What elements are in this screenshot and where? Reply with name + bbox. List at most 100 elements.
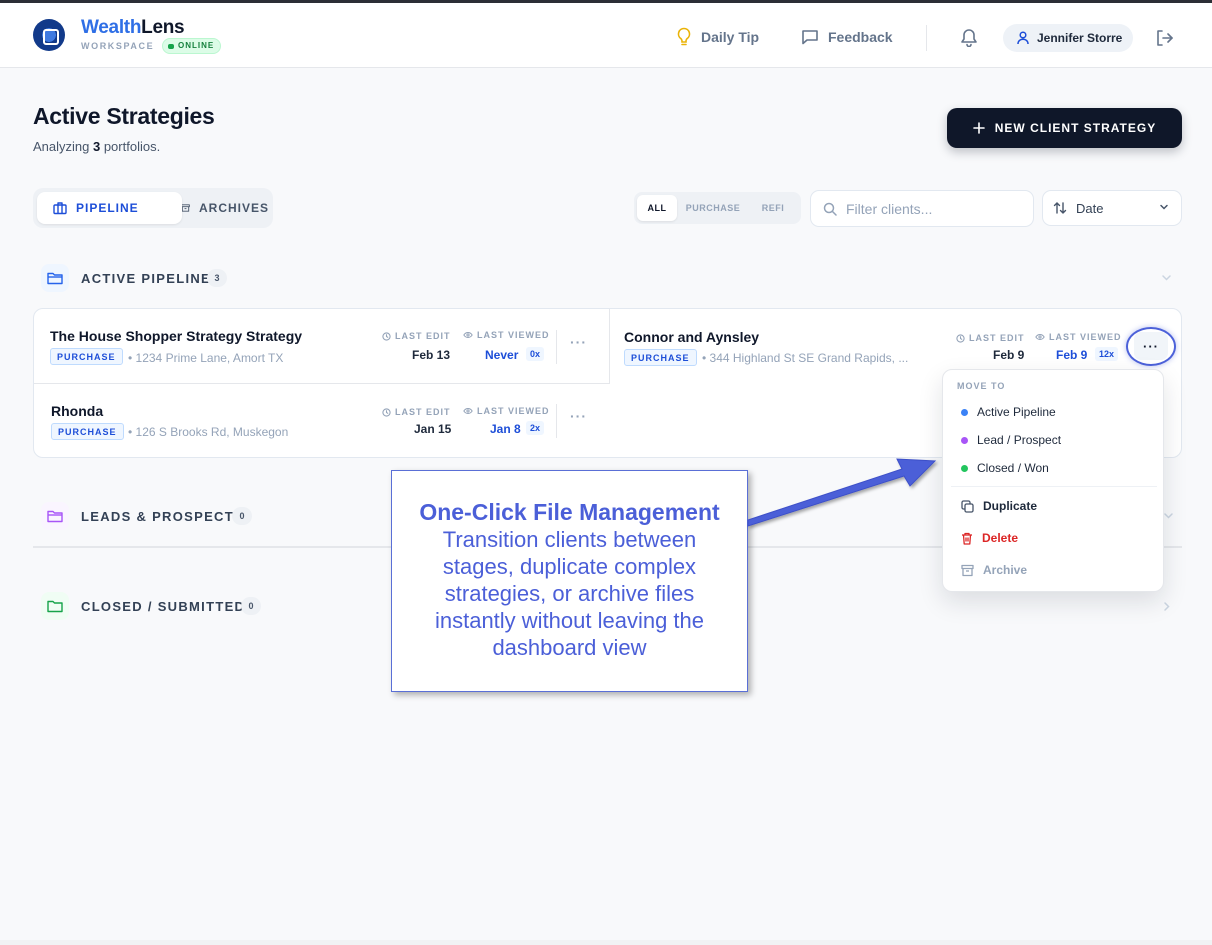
callout-title: One-Click File Management [419, 499, 720, 525]
active-pipeline-folder-icon [41, 264, 69, 292]
client-address: • 1234 Prime Lane, Amort TX [128, 351, 284, 365]
card-actions-divider [556, 330, 557, 364]
clock-icon [382, 407, 391, 417]
menu-item-delete[interactable]: Delete [961, 531, 1018, 545]
header-divider [926, 25, 927, 51]
search-icon [823, 202, 837, 216]
loan-type-badge: PURCHASE [624, 349, 697, 366]
section-title-active-pipeline[interactable]: ACTIVE PIPELINE [81, 271, 211, 286]
grid-divider [609, 309, 610, 384]
chevron-down-icon [1160, 204, 1168, 210]
view-count-badge: 2x [526, 421, 545, 435]
stage-dot-icon [961, 464, 968, 472]
app-header: WealthLens WORKSPACE ONLINE Daily Tip Fe… [0, 3, 1212, 68]
last-viewed-value: Feb 9 [1056, 348, 1088, 362]
status-dot-icon [168, 43, 174, 49]
loan-type-badge: PURCHASE [50, 348, 123, 365]
menu-item-closed-won[interactable]: Closed / Won [961, 461, 1049, 475]
menu-item-lead-prospect[interactable]: Lead / Prospect [961, 433, 1061, 447]
menu-item-archive[interactable]: Archive [961, 563, 1027, 577]
chevron-down-icon[interactable] [1161, 273, 1172, 282]
more-actions-highlight-ring [1126, 327, 1176, 366]
briefcase-icon [53, 202, 67, 215]
brand-logo-icon[interactable] [33, 19, 65, 51]
menu-item-active-pipeline[interactable]: Active Pipeline [961, 405, 1056, 419]
page-title: Active Strategies [33, 103, 215, 129]
chat-bubble-icon [802, 30, 818, 45]
chevron-right-icon[interactable] [1162, 601, 1171, 612]
filter-refi[interactable]: REFI [749, 195, 797, 221]
archive-box-icon [961, 564, 974, 576]
client-search [810, 190, 1034, 227]
archive-box-icon [181, 204, 190, 212]
card-actions-menu: MOVE TO Active Pipeline Lead / Prospect … [942, 369, 1164, 592]
last-viewed-label: LAST VIEWED [463, 406, 550, 416]
workspace-label: WORKSPACE [81, 41, 155, 51]
closed-count: 0 [241, 597, 261, 615]
view-toggle: ARCHIVES PIPELINE [33, 188, 273, 228]
user-menu-button[interactable]: Jennifer Storre [1003, 24, 1133, 52]
section-title-leads-prospects[interactable]: LEADS & PROSPECTS [81, 509, 244, 524]
stage-dot-icon [961, 436, 968, 444]
leads-count: 0 [232, 507, 252, 525]
client-name[interactable]: Connor and Aynsley [624, 329, 759, 345]
trash-icon [962, 532, 972, 545]
annotation-callout: One-Click File Management Transition cli… [391, 470, 748, 692]
plus-icon [972, 122, 985, 134]
brand-name: WealthLens [81, 17, 185, 38]
last-edit-label: LAST EDIT [382, 407, 451, 417]
tab-pipeline[interactable]: PIPELINE [37, 192, 182, 224]
window-bottom-border [0, 940, 1212, 945]
eye-icon [463, 407, 473, 415]
client-address: • 344 Highland St SE Grand Rapids, ... [702, 351, 909, 365]
menu-heading: MOVE TO [957, 381, 1006, 391]
last-edit-value: Jan 15 [414, 422, 452, 436]
grid-divider [34, 383, 610, 384]
copy-icon [961, 499, 974, 513]
lightbulb-icon [677, 27, 691, 46]
menu-divider [951, 486, 1157, 487]
chevron-down-icon[interactable] [1163, 511, 1174, 520]
last-edit-value: Feb 9 [993, 348, 1025, 362]
new-client-strategy-button[interactable]: NEW CLIENT STRATEGY [947, 108, 1182, 148]
logout-icon [1157, 30, 1173, 46]
search-input[interactable] [846, 200, 1026, 217]
active-pipeline-count: 3 [207, 269, 227, 287]
user-icon [1017, 31, 1029, 45]
clock-icon [382, 331, 391, 341]
last-viewed-value: Never [485, 348, 519, 362]
sort-arrows-icon [1053, 202, 1067, 214]
online-status-badge: ONLINE [162, 38, 222, 54]
more-actions-button[interactable]: ··· [570, 334, 587, 350]
view-count-badge: 12x [1095, 347, 1119, 361]
notifications-button[interactable] [960, 27, 978, 52]
filter-all[interactable]: ALL [637, 195, 677, 221]
client-address: • 126 S Brooks Rd, Muskegon [128, 425, 289, 439]
eye-icon [463, 331, 473, 339]
section-title-closed-submitted[interactable]: CLOSED / SUBMITTED [81, 599, 245, 614]
last-edit-value: Feb 13 [412, 348, 451, 362]
callout-body: Transition clients between stages, dupli… [434, 527, 705, 660]
sort-select[interactable]: Date [1042, 190, 1182, 226]
logout-button[interactable] [1155, 29, 1173, 52]
page-subtitle: Analyzing 3 portfolios. [33, 139, 161, 154]
card-actions-divider [556, 404, 557, 438]
stage-dot-icon [961, 408, 968, 416]
menu-item-duplicate[interactable]: Duplicate [961, 499, 1037, 513]
client-name[interactable]: The House Shopper Strategy Strategy [50, 328, 302, 344]
last-viewed-value: Jan 8 [490, 422, 521, 436]
more-actions-button[interactable]: ··· [570, 408, 587, 424]
daily-tip-button[interactable]: Daily Tip [676, 25, 759, 49]
feedback-button[interactable]: Feedback [801, 25, 893, 49]
last-viewed-label: LAST VIEWED [463, 330, 550, 340]
eye-icon [1035, 333, 1045, 341]
last-edit-label: LAST EDIT [382, 331, 451, 341]
view-count-badge: 0x [526, 347, 545, 361]
bell-icon [961, 29, 977, 48]
last-edit-label: LAST EDIT [956, 333, 1025, 343]
filter-purchase[interactable]: PURCHASE [677, 195, 749, 221]
last-viewed-label: LAST VIEWED [1035, 332, 1122, 342]
loan-type-badge: PURCHASE [51, 423, 124, 440]
leads-folder-icon [41, 502, 69, 530]
client-name[interactable]: Rhonda [51, 403, 103, 419]
